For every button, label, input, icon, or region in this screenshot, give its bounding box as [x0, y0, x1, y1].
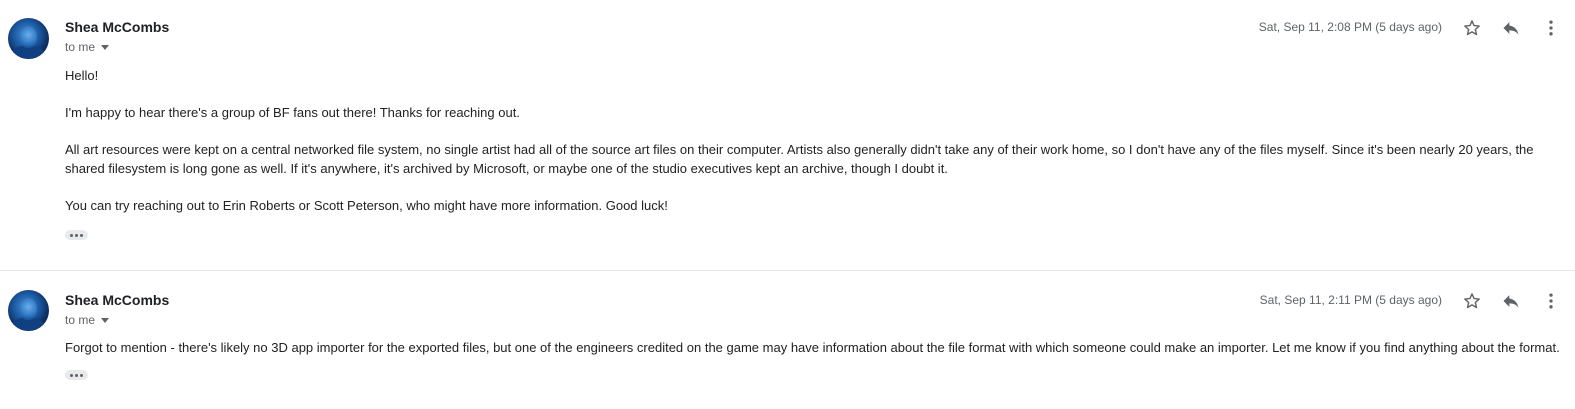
ellipsis-dot	[80, 233, 83, 237]
show-trimmed-content-button[interactable]	[65, 230, 88, 240]
vertical-dots-icon	[1549, 20, 1553, 36]
email-message: Shea McCombs to me Sat, Sep 11, 2:11 PM …	[0, 271, 1575, 409]
reply-button[interactable]	[1498, 15, 1524, 41]
body-paragraph: Hello!	[65, 68, 99, 83]
body-paragraph: You can try reaching out to Erin Roberts…	[65, 198, 668, 213]
body-paragraph: Forgot to mention - there's likely no 3D…	[65, 340, 1560, 355]
show-trimmed-content-button[interactable]	[65, 370, 88, 380]
sender-name[interactable]: Shea McCombs	[65, 292, 169, 308]
star-icon	[1464, 293, 1480, 309]
message-date: Sat, Sep 11, 2:11 PM (5 days ago)	[1259, 293, 1442, 307]
recipient-details-toggle[interactable]: to me	[65, 40, 110, 54]
recipient-label: to me	[65, 313, 96, 327]
chevron-down-icon	[101, 45, 110, 50]
avatar-face	[20, 26, 37, 48]
vertical-dots-icon	[1549, 293, 1553, 309]
more-options-button[interactable]	[1538, 288, 1564, 314]
sender-name[interactable]: Shea McCombs	[65, 19, 169, 35]
sender-avatar[interactable]	[8, 18, 49, 59]
star-button[interactable]	[1459, 288, 1485, 314]
sender-avatar[interactable]	[8, 290, 49, 331]
recipient-label: to me	[65, 40, 96, 54]
recipient-details-toggle[interactable]: to me	[65, 313, 110, 327]
star-button[interactable]	[1459, 15, 1485, 41]
ellipsis-dot	[80, 373, 83, 377]
chevron-down-icon	[101, 318, 110, 323]
message-body: Forgot to mention - there's likely no 3D…	[65, 338, 1565, 375]
more-options-button[interactable]	[1538, 15, 1564, 41]
reply-icon	[1503, 295, 1519, 308]
message-date: Sat, Sep 11, 2:08 PM (5 days ago)	[1258, 20, 1442, 34]
body-paragraph: All art resources were kept on a central…	[65, 142, 1534, 176]
star-icon	[1464, 20, 1480, 36]
email-message: Shea McCombs to me Sat, Sep 11, 2:08 PM …	[0, 0, 1575, 271]
message-body: Hello! I'm happy to hear there's a group…	[65, 66, 1565, 233]
ellipsis-dot	[70, 233, 73, 237]
body-paragraph: I'm happy to hear there's a group of BF …	[65, 105, 520, 120]
ellipsis-dot	[75, 233, 78, 237]
ellipsis-dot	[75, 373, 78, 377]
avatar-face	[20, 298, 37, 320]
reply-icon	[1503, 22, 1519, 35]
ellipsis-dot	[70, 373, 73, 377]
reply-button[interactable]	[1498, 288, 1524, 314]
